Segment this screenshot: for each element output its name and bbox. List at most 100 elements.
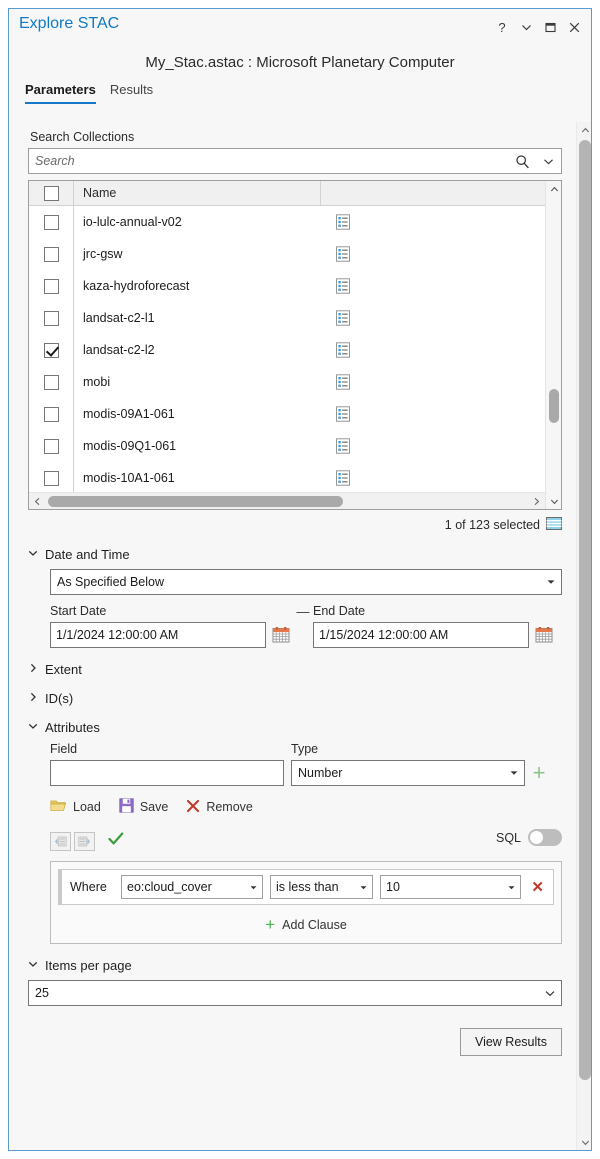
collection-details-icon[interactable] [323, 462, 545, 492]
search-options-chevron-icon[interactable] [535, 149, 561, 173]
sql-toggle[interactable] [528, 829, 562, 846]
previous-clause-button[interactable] [50, 832, 71, 851]
end-date-calendar-icon[interactable] [532, 622, 556, 648]
load-button[interactable]: Load [50, 798, 101, 816]
collection-details-icon[interactable] [323, 206, 545, 238]
validate-clause-icon[interactable] [108, 832, 124, 850]
panel-scroll-thumb[interactable] [579, 140, 591, 1080]
row-checkbox-cell[interactable] [29, 334, 74, 366]
close-button[interactable] [563, 17, 585, 37]
close-x-icon [186, 799, 200, 816]
collections-hscroll-thumb[interactable] [48, 496, 343, 507]
collection-details-icon[interactable] [323, 430, 545, 462]
collection-details-icon[interactable] [323, 238, 545, 270]
clause-field-select[interactable]: eo:cloud_cover [121, 875, 263, 899]
search-collections-box[interactable] [28, 148, 562, 174]
help-button[interactable]: ? [491, 17, 513, 37]
panel-scroll-up-icon[interactable] [577, 122, 592, 138]
collection-details-icon[interactable] [323, 398, 545, 430]
delete-clause-button[interactable]: ✕ [528, 878, 547, 896]
table-row[interactable]: modis-09A1-061 [29, 398, 545, 430]
row-checkbox[interactable] [44, 247, 59, 262]
panel-scroll-down-icon[interactable] [577, 1134, 592, 1150]
search-input[interactable] [29, 154, 509, 168]
search-icon[interactable] [509, 149, 535, 173]
type-select[interactable]: Number [291, 760, 525, 786]
row-checkbox[interactable] [44, 439, 59, 454]
clause-value-select[interactable]: 10 [380, 875, 521, 899]
table-view-icon[interactable] [546, 517, 562, 533]
table-row[interactable]: mobi [29, 366, 545, 398]
date-and-time-header[interactable]: Date and Time [28, 547, 562, 562]
tab-results[interactable]: Results [110, 82, 153, 104]
tab-parameters[interactable]: Parameters [25, 82, 96, 104]
date-mode-select[interactable]: As Specified Below [50, 569, 562, 595]
table-row[interactable]: landsat-c2-l2 [29, 334, 545, 366]
table-row[interactable]: jrc-gsw [29, 238, 545, 270]
row-checkbox-cell[interactable] [29, 366, 74, 398]
table-row[interactable]: modis-10A1-061 [29, 462, 545, 492]
column-header-name[interactable]: Name [74, 181, 321, 205]
row-checkbox[interactable] [44, 343, 59, 358]
row-checkbox-cell[interactable] [29, 206, 74, 238]
collections-scroll-down-icon[interactable] [546, 493, 562, 509]
items-per-page-header[interactable]: Items per page [28, 958, 562, 973]
collection-details-icon[interactable] [323, 366, 545, 398]
chevron-down-icon[interactable] [547, 570, 555, 594]
row-checkbox-cell[interactable] [29, 398, 74, 430]
chevron-down-icon[interactable] [360, 876, 367, 898]
table-row[interactable]: kaza-hydroforecast [29, 270, 545, 302]
save-button[interactable]: Save [119, 798, 169, 816]
chevron-down-icon[interactable] [545, 981, 555, 1005]
collections-scroll-up-icon[interactable] [546, 181, 562, 197]
row-checkbox[interactable] [44, 407, 59, 422]
chevron-down-icon[interactable] [508, 876, 515, 898]
remove-button[interactable]: Remove [186, 799, 253, 816]
row-checkbox[interactable] [44, 471, 59, 486]
collections-vertical-scrollbar[interactable] [545, 181, 561, 509]
collection-details-icon[interactable] [323, 302, 545, 334]
maximize-button[interactable] [539, 17, 561, 37]
table-row[interactable]: modis-09Q1-061 [29, 430, 545, 462]
add-clause-button[interactable]: + Add Clause [58, 916, 554, 936]
chevron-down-icon[interactable] [510, 761, 518, 785]
collection-details-icon[interactable] [323, 334, 545, 366]
collection-details-icon[interactable] [323, 270, 545, 302]
row-checkbox-cell[interactable] [29, 302, 74, 334]
collections-scroll-right-icon[interactable] [528, 493, 545, 510]
select-all-cell[interactable] [29, 181, 74, 205]
row-checkbox[interactable] [44, 375, 59, 390]
end-date-input[interactable]: 1/15/2024 12:00:00 AM [313, 622, 529, 648]
collections-horizontal-scrollbar[interactable] [29, 492, 545, 509]
row-checkbox[interactable] [44, 279, 59, 294]
row-checkbox[interactable] [44, 311, 59, 326]
add-attribute-button[interactable]: + [525, 760, 553, 786]
row-checkbox-cell[interactable] [29, 270, 74, 302]
collections-scroll-thumb[interactable] [549, 389, 559, 423]
chevron-down-icon[interactable] [250, 876, 257, 898]
start-date-input[interactable]: 1/1/2024 12:00:00 AM [50, 622, 266, 648]
field-input[interactable] [50, 760, 284, 786]
items-per-page-select[interactable]: 25 [28, 980, 562, 1006]
table-row[interactable]: io-lulc-annual-v02 [29, 206, 545, 238]
extent-header[interactable]: Extent [28, 662, 562, 677]
load-label: Load [73, 800, 101, 814]
row-checkbox-cell[interactable] [29, 462, 74, 492]
row-checkbox[interactable] [44, 215, 59, 230]
select-all-checkbox[interactable] [44, 186, 59, 201]
date-range-separator: — [293, 604, 313, 648]
collections-hscroll-track[interactable] [46, 493, 528, 509]
table-row[interactable]: landsat-c2-l1 [29, 302, 545, 334]
attributes-header[interactable]: Attributes [28, 720, 562, 735]
row-checkbox-cell[interactable] [29, 238, 74, 270]
ids-header[interactable]: ID(s) [28, 691, 562, 706]
row-checkbox-cell[interactable] [29, 430, 74, 462]
start-date-calendar-icon[interactable] [269, 622, 293, 648]
clause-operator-select[interactable]: is less than [270, 875, 373, 899]
chevron-down-button[interactable] [515, 17, 537, 37]
view-results-button[interactable]: View Results [460, 1028, 562, 1056]
panel-vertical-scrollbar[interactable] [576, 122, 592, 1150]
field-label: Field [50, 742, 284, 756]
next-clause-button[interactable] [74, 832, 95, 851]
collections-scroll-left-icon[interactable] [29, 493, 46, 510]
